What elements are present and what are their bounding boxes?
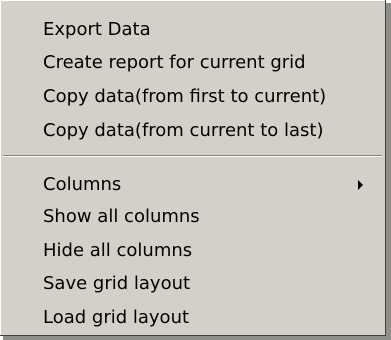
menu-item-create-report[interactable]: Create report for current grid bbox=[0, 47, 385, 78]
menu-item-copy-current-to-last[interactable]: Copy data(from current to last) bbox=[0, 115, 385, 146]
menu-item-show-all-columns[interactable]: Show all columns bbox=[0, 201, 385, 232]
drop-shadow-right bbox=[386, 3, 391, 340]
drop-shadow-bottom bbox=[3, 336, 391, 340]
menu-item-save-grid-layout[interactable]: Save grid layout bbox=[0, 268, 385, 299]
menu-item-copy-first-to-current[interactable]: Copy data(from first to current) bbox=[0, 81, 385, 112]
menu-item-hide-all-columns[interactable]: Hide all columns bbox=[0, 235, 385, 266]
submenu-arrow-icon bbox=[358, 180, 363, 190]
context-menu: Export Data Create report for current gr… bbox=[0, 0, 386, 336]
menu-item-export-data[interactable]: Export Data bbox=[0, 14, 385, 45]
menu-item-columns-label: Columns bbox=[43, 174, 122, 195]
menu-item-columns[interactable]: Columns bbox=[0, 169, 385, 200]
menu-separator bbox=[3, 155, 382, 157]
menu-item-load-grid-layout[interactable]: Load grid layout bbox=[0, 302, 385, 333]
